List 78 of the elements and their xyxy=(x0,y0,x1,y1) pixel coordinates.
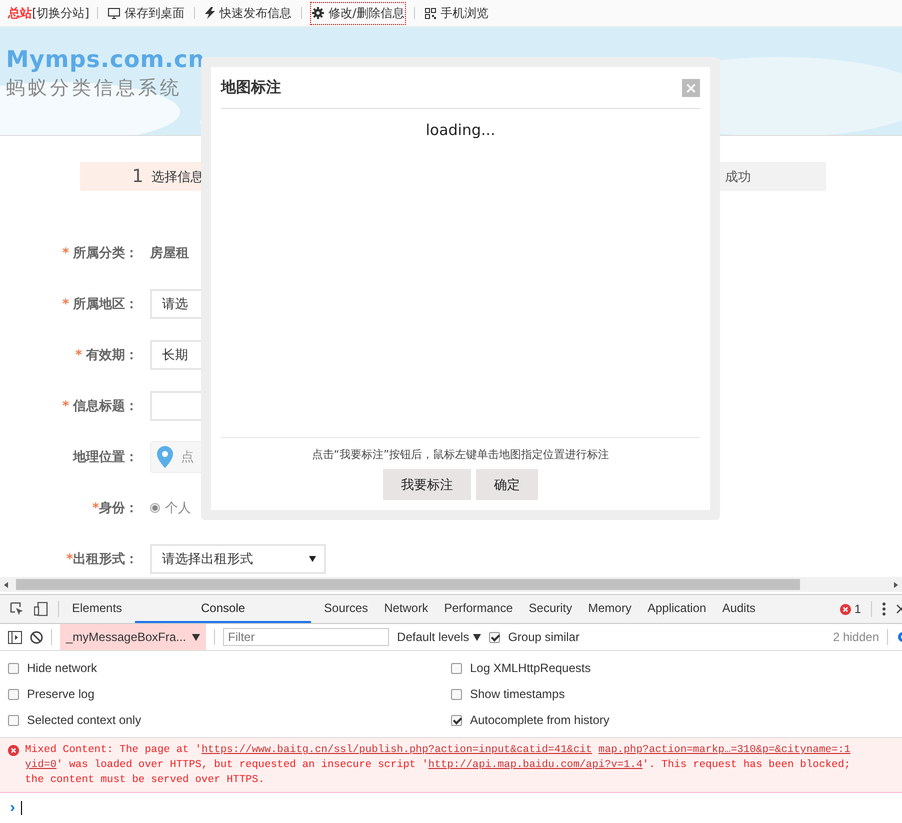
select-field[interactable]: 请选择出租形式 xyxy=(150,544,326,574)
top-link[interactable]: 保存到桌面 xyxy=(106,2,186,24)
settings-icon xyxy=(312,7,324,19)
dropdown-arrow-icon xyxy=(309,556,316,562)
loading-text: loading... xyxy=(426,121,496,139)
radio-option[interactable]: 个人 xyxy=(150,498,191,516)
hidden-count: 2 hidden xyxy=(832,630,879,644)
devtools-tab[interactable]: Sources xyxy=(321,595,372,623)
devtools-tab[interactable]: Performance xyxy=(441,595,516,623)
devtools-tab[interactable]: Application xyxy=(644,595,710,623)
dialog-button[interactable]: 我要标注 xyxy=(383,469,471,500)
checkbox-option[interactable]: Selected context only xyxy=(8,707,451,733)
lightning-icon xyxy=(205,7,216,19)
checkbox-option[interactable]: Autocomplete from history xyxy=(451,707,894,733)
category-value: 房屋租 xyxy=(150,244,189,262)
top-link[interactable]: 快速发布信息 xyxy=(203,2,294,24)
text-cursor[interactable] xyxy=(21,800,22,814)
error-text: Mixed Content: The page at ' xyxy=(25,744,202,756)
settings-icon[interactable] xyxy=(896,630,902,644)
monitor-icon xyxy=(108,8,120,18)
error-icon xyxy=(840,604,852,614)
error-text: the content must be served over HTTPS. xyxy=(25,774,264,786)
error-text: ' was loaded over HTTPS, but requested an insecure script ' xyxy=(56,759,428,771)
required-mark: * xyxy=(75,348,82,362)
prompt-chevron: › xyxy=(10,799,15,816)
step-label: 成功 xyxy=(725,168,751,186)
error-icon xyxy=(8,745,19,756)
map-pin-icon xyxy=(157,446,173,468)
error-link[interactable]: https://www.baitg.cn/ssl/publish.php?action=input&catid=41&cit xyxy=(201,744,592,756)
checkbox-option[interactable]: Log XMLHttpRequests xyxy=(451,655,894,681)
devtools-tab[interactable]: Security xyxy=(526,595,576,623)
dialog-title: 地图标注 xyxy=(221,78,281,97)
checkbox-option[interactable]: Group similar xyxy=(489,630,580,644)
error-link[interactable]: yid=0 xyxy=(25,759,57,771)
log-levels-dropdown[interactable]: Default levels xyxy=(397,630,482,644)
form-label: 所属地区： xyxy=(73,296,138,312)
form-label: 有效期： xyxy=(86,348,138,362)
site-logo: Mymps.com.cn xyxy=(6,47,206,73)
form-label: 信息标题： xyxy=(73,398,138,414)
error-link[interactable]: map.php?action=markp…=310&p=&cityname=:1 xyxy=(598,744,850,756)
top-link[interactable]: 手机浏览 xyxy=(423,2,490,24)
devtools-tab[interactable]: Memory xyxy=(585,595,634,623)
site-subtitle: 蚂蚁分类信息系统 xyxy=(6,76,183,101)
devtools-tab[interactable]: Network xyxy=(381,595,432,623)
dialog-button[interactable]: 确定 xyxy=(476,469,538,500)
dropdown-arrow-icon xyxy=(192,634,200,640)
devtools-tab[interactable]: Audits xyxy=(719,595,759,623)
filter-field[interactable]: Filter xyxy=(223,628,390,646)
clear-console-icon[interactable] xyxy=(30,630,43,644)
context-selector[interactable]: _myMessageBoxFra... xyxy=(60,624,206,650)
inspect-icon[interactable] xyxy=(10,602,24,616)
sidebar-toggle-icon[interactable] xyxy=(8,630,22,644)
form-label: 出租形式： xyxy=(73,552,138,566)
required-mark: * xyxy=(62,246,69,260)
scrollbar-thumb[interactable] xyxy=(16,579,800,590)
switch-site-link[interactable]: [切换分站] xyxy=(32,4,90,22)
required-mark: * xyxy=(62,296,69,312)
devtools-tab[interactable]: Elements xyxy=(69,595,126,623)
dropdown-arrow-icon xyxy=(473,634,482,640)
error-text: '. This request has been blocked; xyxy=(642,759,850,771)
checkbox-option[interactable]: Show timestamps xyxy=(451,681,894,707)
required-mark: * xyxy=(62,398,69,414)
error-link[interactable]: http://api.map.baidu.com/api?v=1.4 xyxy=(428,759,643,771)
form-label: 所属分类： xyxy=(73,246,138,260)
dialog-hint: 点击“我要标注”按钮后，鼠标左键单击地图指定位置进行标注 xyxy=(310,447,610,462)
top-link[interactable]: 修改/删除信息 xyxy=(310,2,406,24)
required-mark: * xyxy=(92,500,99,516)
qr-code-icon xyxy=(425,8,436,18)
more-options-icon[interactable] xyxy=(882,602,886,616)
checkbox-option[interactable]: Hide network xyxy=(8,655,451,681)
close-icon[interactable] xyxy=(896,604,902,614)
required-mark: * xyxy=(66,552,73,566)
device-toolbar-icon[interactable] xyxy=(34,602,48,616)
form-label: 身份： xyxy=(99,500,138,516)
form-label: 地理位置： xyxy=(73,450,138,464)
checkbox-option[interactable]: Preserve log xyxy=(8,681,451,707)
step-number: 1 xyxy=(132,166,144,187)
error-count[interactable]: 1 xyxy=(854,602,861,616)
